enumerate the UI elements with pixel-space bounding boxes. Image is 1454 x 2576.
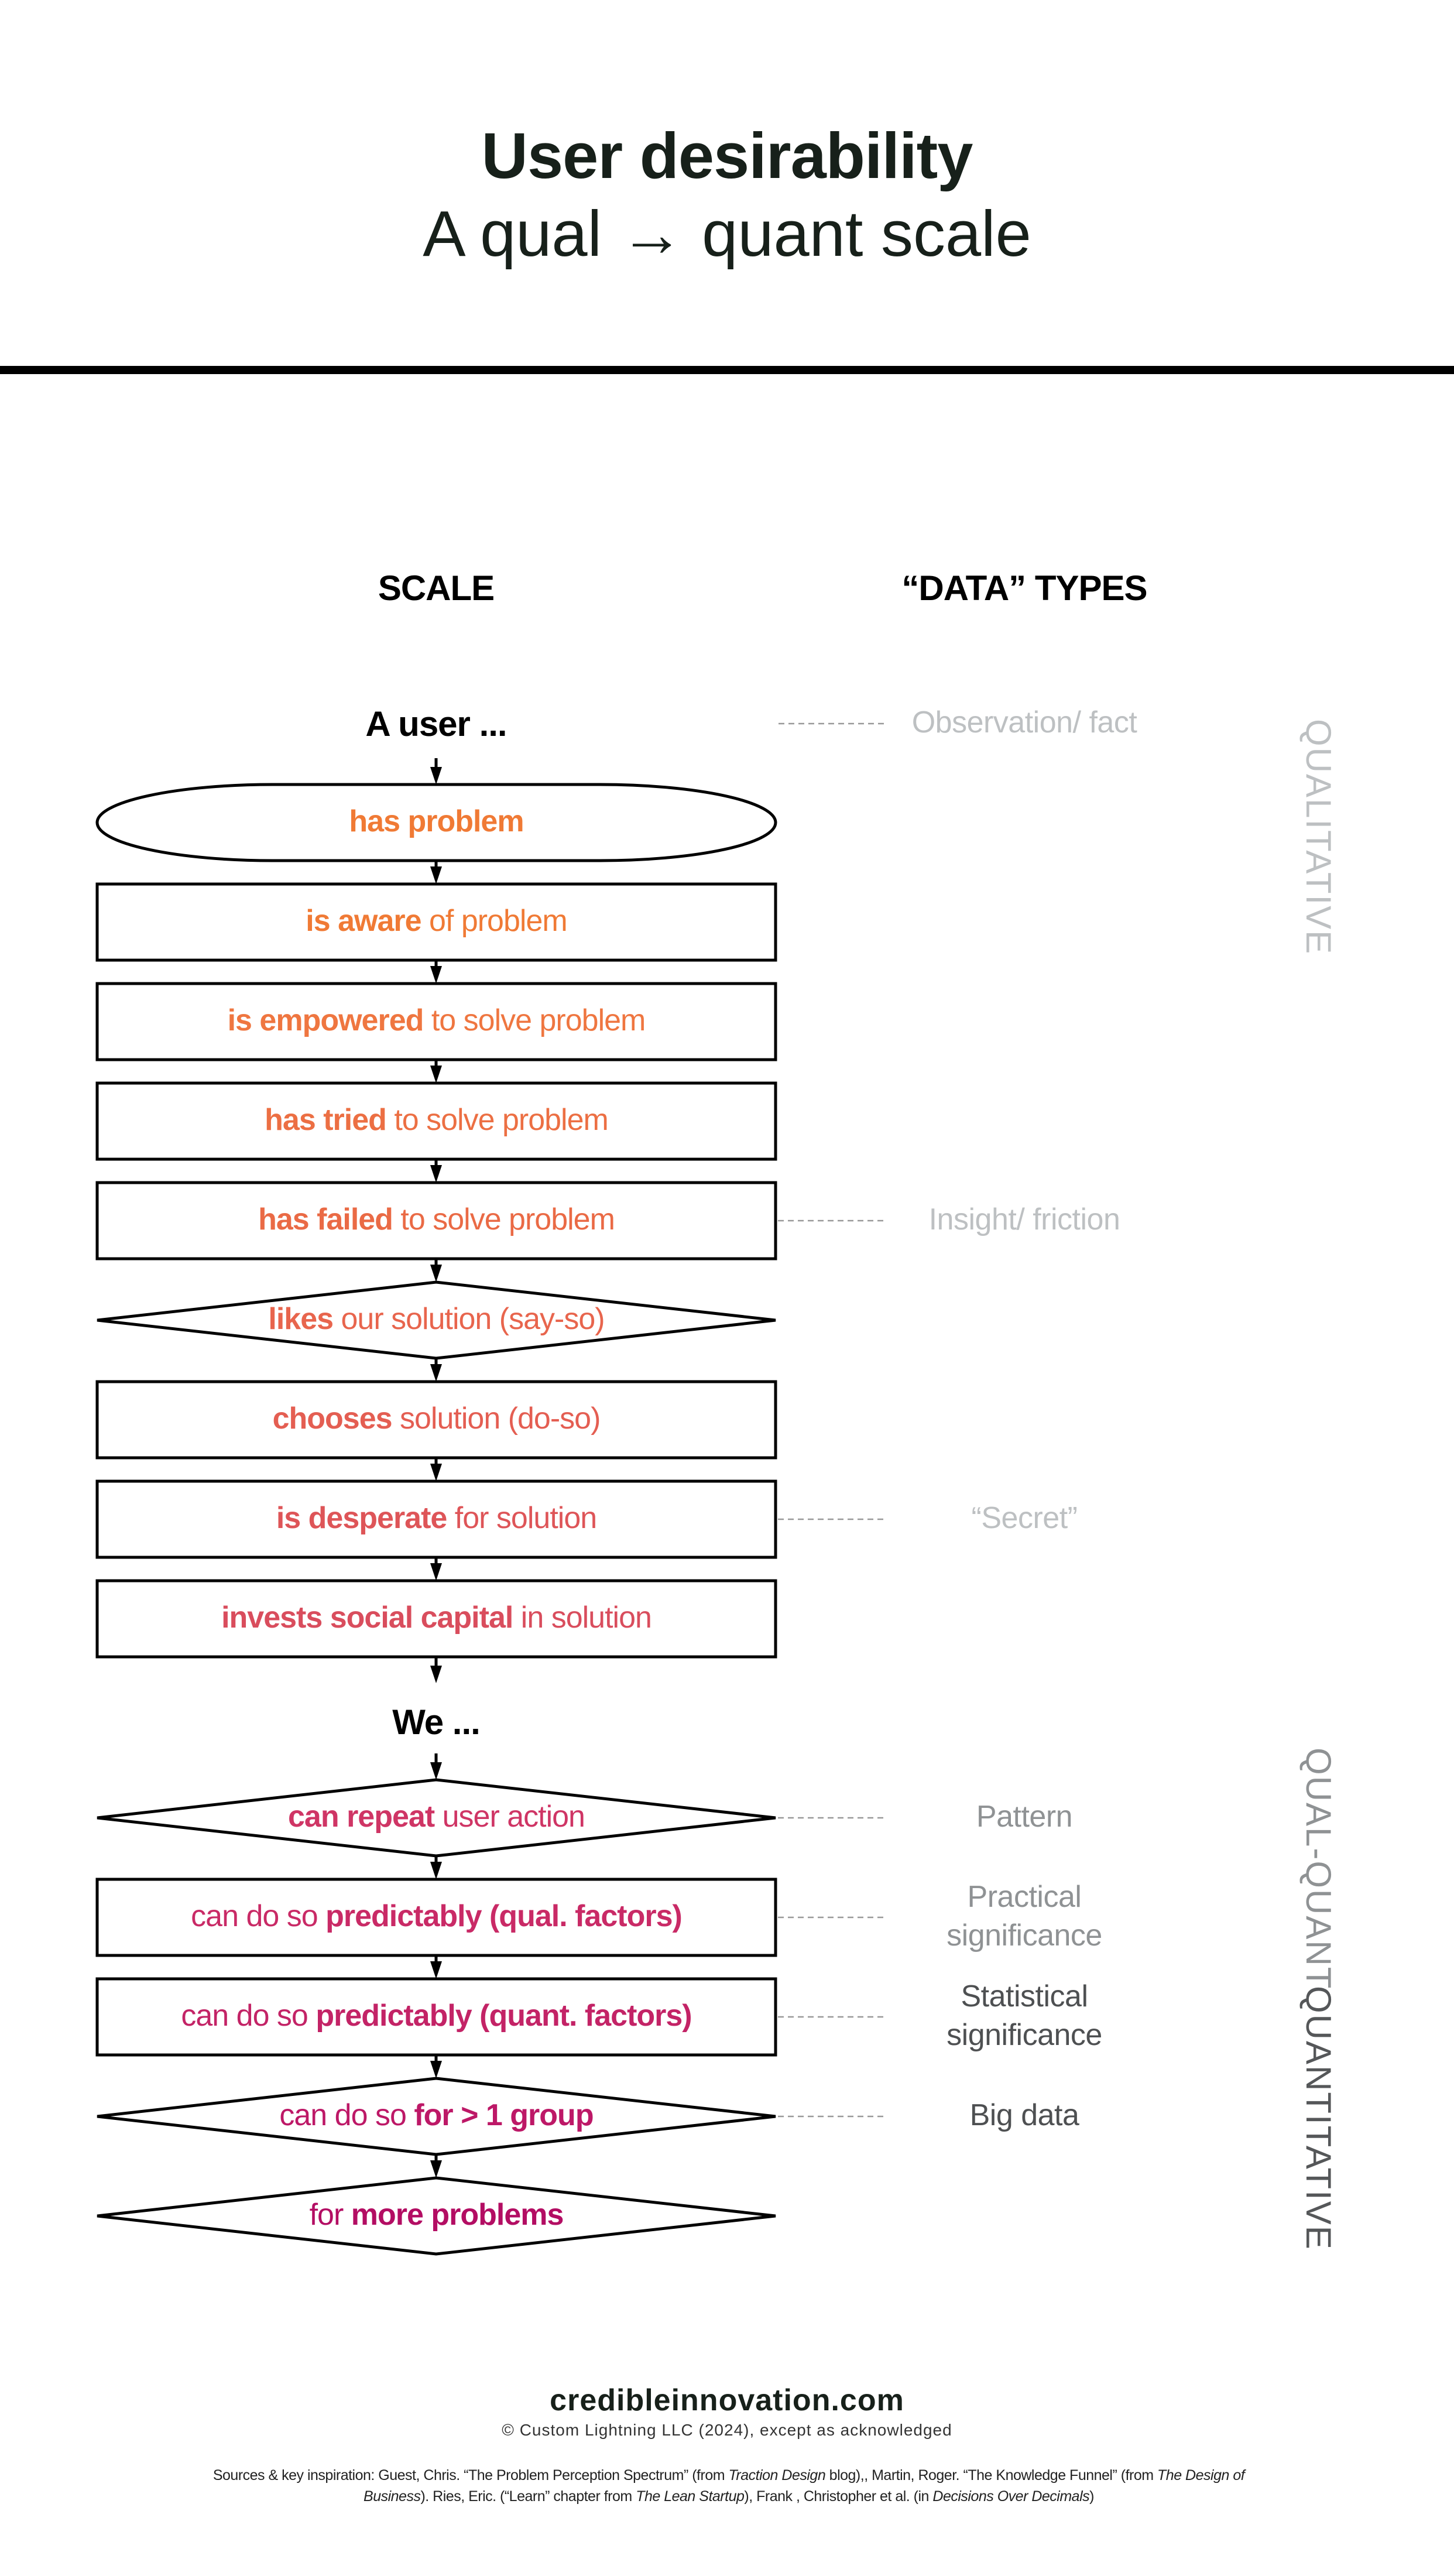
arrow-head-icon [430,1265,442,1282]
arrow-head-icon [430,767,442,785]
arrow-head-icon [430,866,442,884]
scale-step: can do so predictably (quant. factors) [97,2000,776,2031]
data-type-line: Practical [967,1880,1082,1914]
step-text: can do so [181,1999,316,2033]
data-type-line: Pattern [976,1800,1073,1834]
step-emphasis: is aware [306,904,421,938]
arrow-head-icon [430,1666,442,1683]
arrow-head-icon [430,1563,442,1581]
scale-step: can do so for > 1 group [97,2100,776,2130]
scale-step: is empowered to solve problem [97,1005,776,1036]
source-text: ) [1089,2488,1094,2505]
data-type-line: Big data [969,2098,1079,2132]
data-type-label: Practical significance [878,1878,1171,1955]
step-emphasis: predictably (qual. factors) [325,1899,683,1933]
data-type-label: Big data [878,2096,1171,2135]
step-emphasis: has failed [258,1203,393,1236]
step-emphasis: invests social capital [221,1601,513,1635]
category-label-qual-quant: QUAL-QUANT [1299,1748,1338,1990]
arrow-head-icon [430,1464,442,1481]
arrow-head-icon [430,1862,442,1879]
source-text: ), Frank , Christopher et al. (in [744,2488,933,2505]
data-type-label: Statistical significance [878,1977,1171,2054]
scale-step: invests social capital in solution [97,1602,776,1633]
step-text: can do so [279,2098,414,2132]
scale-step: can repeat user action [97,1801,776,1832]
data-type-line: Observation/ fact [911,705,1137,739]
step-emphasis: is desperate [276,1501,447,1535]
footer-sources: Sources & key inspiration: Guest, Chris.… [193,2465,1264,2507]
step-text: to solve problem [386,1103,609,1137]
lead-user-label: A user ... [365,704,507,744]
source-title: Decisions Over Decimals [932,2488,1090,2505]
scale-step: has problem [97,806,776,837]
source-text: ). Ries, Eric. (“Learn” chapter from [420,2488,636,2505]
scale-step: chooses solution (do-so) [97,1403,776,1434]
step-text: of problem [421,904,568,938]
step-text: to solve problem [423,1003,646,1037]
footer-site: credibleinnovation.com [550,2383,904,2417]
step-text: for solution [447,1501,597,1535]
scale-step: has tried to solve problem [97,1105,776,1135]
step-text: for [309,2198,351,2232]
step-emphasis: has problem [349,804,524,838]
arrow-head-icon [430,1066,442,1083]
arrow-head-icon [430,1165,442,1183]
step-text: can do so [191,1899,326,1933]
footer-copyright: © Custom Lightning LLC (2024), except as… [502,2421,952,2439]
scale-step: likes our solution (say-so) [97,1304,776,1334]
lead-we-label: We ... [392,1703,481,1742]
flow-diagram [95,722,884,2256]
source-text: blog),, Martin, Roger. “The Knowledge Fu… [825,2467,1158,2483]
source-title: Traction Design [728,2467,826,2483]
step-emphasis: has tried [265,1103,387,1137]
arrow-head-icon [430,1762,442,1780]
step-emphasis: is empowered [227,1003,424,1037]
category-label-quantitative: QUANTITATIVE [1299,1986,1338,2250]
arrow-head-icon [430,2160,442,2178]
source-text: Sources & key inspiration: Guest, Chris.… [212,2467,729,2483]
category-label-qualitative: QUALITATIVE [1299,719,1338,955]
step-emphasis: can repeat [288,1800,435,1834]
step-emphasis: more problems [351,2198,564,2232]
data-type-line: significance [947,1919,1102,1952]
step-text: in solution [513,1601,652,1635]
scale-step: can do so predictably (qual. factors) [97,1901,776,1931]
data-type-line: Insight/ friction [928,1203,1120,1236]
step-emphasis: for > 1 group [414,2098,594,2132]
step-text: our solution (say-so) [333,1302,605,1336]
scale-step: is desperate for solution [97,1503,776,1533]
data-type-line: Statistical [961,1979,1088,2013]
step-text: user action [434,1800,585,1834]
scale-step: has failed to solve problem [97,1204,776,1235]
step-emphasis: chooses [272,1402,393,1436]
arrow-head-icon [430,1961,442,1979]
source-title: The Lean Startup [636,2488,745,2505]
data-type-label: “Secret” [878,1499,1171,1537]
arrow-head-icon [430,2061,442,2078]
data-type-label: Observation/ fact [878,703,1171,742]
step-text: solution (do-so) [392,1402,601,1436]
scale-step: for more problems [97,2200,776,2230]
step-emphasis: predictably (quant. factors) [316,1999,692,2033]
data-type-line: significance [947,2018,1102,2052]
step-text: to solve problem [392,1203,615,1236]
arrow-head-icon [430,1364,442,1382]
scale-step: is aware of problem [97,906,776,936]
data-type-line: “Secret” [971,1501,1078,1535]
step-emphasis: likes [268,1302,334,1336]
data-type-label: Insight/ friction [878,1200,1171,1239]
data-type-label: Pattern [878,1797,1171,1836]
arrow-head-icon [430,966,442,984]
